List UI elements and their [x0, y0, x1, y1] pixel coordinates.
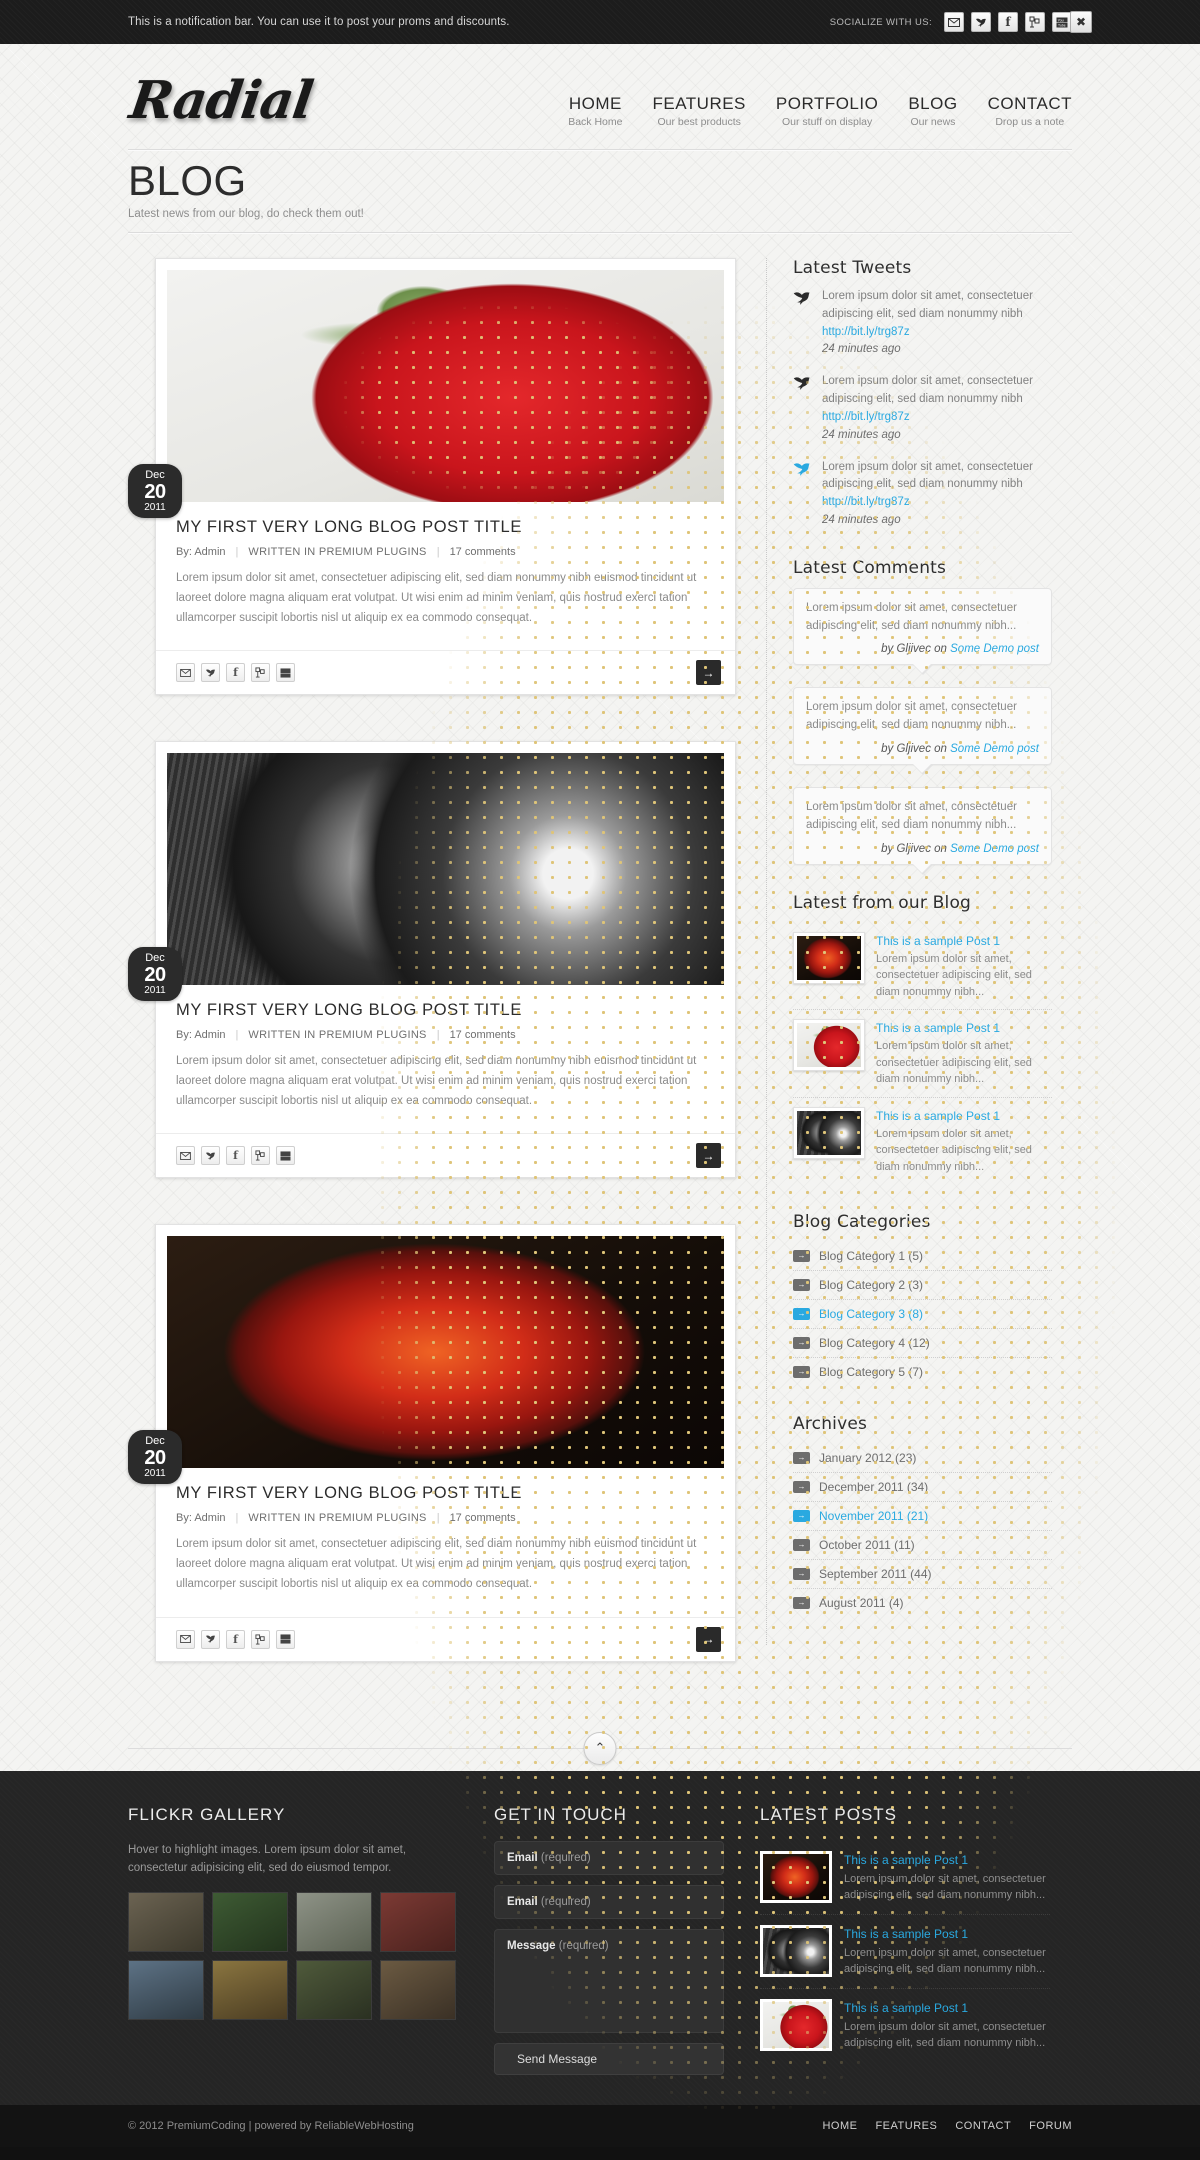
- date-year: 2011: [144, 984, 166, 996]
- date-day: 20: [144, 480, 166, 503]
- date-day: 20: [144, 1446, 166, 1469]
- date-day: 20: [144, 963, 166, 986]
- date-month: Dec: [145, 951, 165, 964]
- footer-post-thumbnail: [760, 1998, 832, 2051]
- post-date-badge: Dec 20 2011: [128, 947, 182, 1002]
- date-year: 2011: [144, 501, 166, 513]
- footer-latest-posts: LATEST POSTS This is a sample Post 1 Lor…: [760, 1805, 1050, 2062]
- thumb-image-strawberry: [763, 2001, 829, 2048]
- site-footer: FLICKR GALLERY Hover to highlight images…: [0, 1770, 1200, 2105]
- date-year: 2011: [144, 1467, 166, 1479]
- post-date-badge: Dec 20 2011: [128, 464, 182, 518]
- post-date-badge: Dec 20 2011: [128, 1430, 182, 1485]
- date-month: Dec: [145, 468, 165, 481]
- date-month: Dec: [145, 1434, 165, 1447]
- footer-post-item[interactable]: This is a sample Post 1 Lorem ipsum dolo…: [760, 1989, 1050, 2062]
